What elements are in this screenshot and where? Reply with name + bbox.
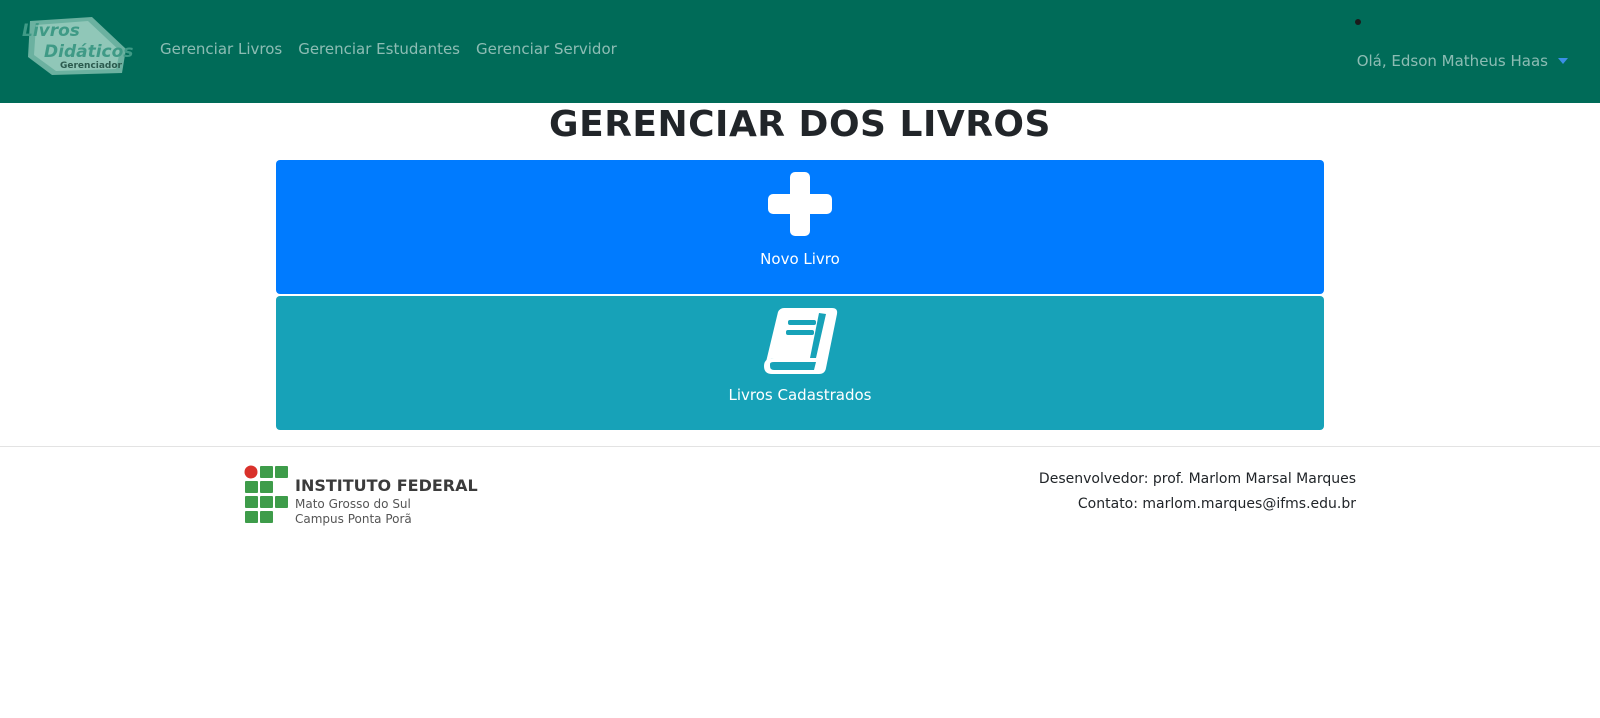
- brand-logo[interactable]: Livros Didáticos Gerenciador: [22, 15, 134, 77]
- nav-dot-icon: [1355, 19, 1361, 25]
- footer-divider: [0, 446, 1600, 447]
- logo-subtitle-1: Mato Grosso do Sul: [295, 497, 411, 511]
- new-book-button[interactable]: Novo Livro: [276, 160, 1324, 294]
- page-title: GERENCIAR DOS LIVROS: [549, 104, 1051, 145]
- chevron-down-icon: [1558, 58, 1568, 64]
- nav-link-gerenciar-estudantes[interactable]: Gerenciar Estudantes: [298, 40, 460, 58]
- if-logo-grid-icon: [244, 465, 288, 523]
- registered-books-button[interactable]: Livros Cadastrados: [276, 296, 1324, 430]
- institute-logo: INSTITUTO FEDERAL Mato Grosso do Sul Cam…: [244, 465, 478, 529]
- nav-link-gerenciar-livros[interactable]: Gerenciar Livros: [160, 40, 282, 58]
- user-menu-label: Olá, Edson Matheus Haas: [1356, 52, 1548, 70]
- contact-credit: Contato: marlom.marques@ifms.edu.br: [1077, 496, 1356, 512]
- top-navbar: Livros Didáticos Gerenciador Gerenciar L…: [0, 0, 1600, 103]
- nav-link-gerenciar-servidor[interactable]: Gerenciar Servidor: [476, 40, 617, 58]
- brand-text-line2: Didáticos: [44, 42, 134, 62]
- book-icon: [764, 308, 838, 374]
- footer-credits: Desenvolvedor: prof. Marlom Marsal Marqu…: [1039, 467, 1356, 517]
- user-menu-dropdown[interactable]: Olá, Edson Matheus Haas: [1357, 52, 1568, 70]
- registered-books-label: Livros Cadastrados: [728, 386, 872, 404]
- developer-credit: Desenvolvedor: prof. Marlom Marsal Marqu…: [1038, 471, 1356, 487]
- logo-title: INSTITUTO FEDERAL: [295, 476, 478, 495]
- brand-text-line3: Gerenciador: [60, 61, 122, 71]
- new-book-label: Novo Livro: [760, 250, 840, 268]
- plus-icon: [768, 172, 832, 236]
- brand-text-line1: Livros: [22, 21, 80, 41]
- logo-subtitle-2: Campus Ponta Porã: [295, 512, 412, 526]
- nav-links: Gerenciar Livros Gerenciar Estudantes Ge…: [160, 40, 633, 58]
